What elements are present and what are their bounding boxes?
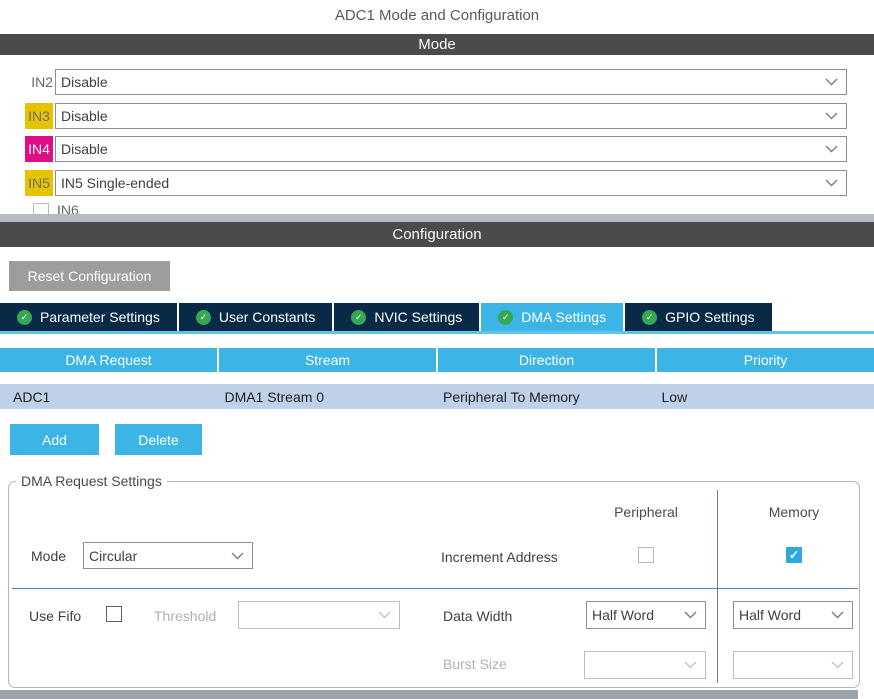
dma-request-settings-group: Peripheral Memory Mode Circular Incremen…	[8, 481, 860, 688]
tab-label: User Constants	[219, 309, 315, 325]
channel-select-in4[interactable]: Disable	[55, 136, 847, 162]
burst-size-memory-select	[733, 651, 853, 679]
burst-size-peripheral-select	[584, 651, 706, 679]
check-badge-icon: ✓	[498, 310, 513, 325]
tab-parameter-settings[interactable]: ✓ Parameter Settings	[0, 303, 177, 331]
tab-bar-underline	[0, 331, 874, 334]
channel-select-in5[interactable]: IN5 Single-ended	[55, 170, 847, 196]
peripheral-memory-divider	[717, 490, 718, 683]
chevron-down-icon	[684, 611, 697, 619]
configuration-section-title: Configuration	[392, 226, 481, 243]
chevron-down-icon	[825, 145, 838, 153]
column-header-dma-request: DMA Request	[0, 348, 217, 372]
channel-row-in6-clipped: IN6	[0, 202, 300, 214]
burst-size-label: Burst Size	[443, 656, 507, 672]
dma-request-settings-legend: DMA Request Settings	[16, 473, 167, 489]
chevron-down-icon	[378, 611, 391, 619]
chevron-down-icon	[825, 78, 838, 86]
channel-select-in2[interactable]: Disable	[55, 69, 847, 95]
table-row[interactable]: ADC1 DMA1 Stream 0 Peripheral To Memory …	[0, 384, 874, 409]
check-badge-icon: ✓	[17, 310, 32, 325]
channel-select-in2-value: Disable	[61, 74, 108, 90]
threshold-label: Threshold	[154, 608, 216, 624]
chevron-down-icon	[231, 552, 244, 560]
adc1-config-panel: ADC1 Mode and Configuration Mode IN2 Dis…	[0, 0, 874, 699]
bottom-section-bar	[0, 690, 858, 699]
chevron-down-icon	[684, 661, 697, 669]
channel-select-in4-value: Disable	[61, 141, 108, 157]
settings-row-divider	[12, 588, 858, 589]
reset-configuration-button[interactable]: Reset Configuration	[9, 261, 170, 291]
channel-label-in2: IN2	[25, 69, 53, 95]
data-width-memory-select[interactable]: Half Word	[733, 601, 853, 629]
check-icon: ✓	[789, 548, 799, 562]
tab-gpio-settings[interactable]: ✓ GPIO Settings	[625, 303, 771, 331]
page-title: ADC1 Mode and Configuration	[0, 7, 874, 24]
channel-select-in5-value: IN5 Single-ended	[61, 175, 169, 191]
cell-dma-request: ADC1	[0, 384, 219, 409]
mode-label: Mode	[31, 548, 66, 564]
chevron-down-icon	[825, 179, 838, 187]
chevron-down-icon	[831, 611, 844, 619]
column-header-stream: Stream	[219, 348, 436, 372]
increment-address-label: Increment Address	[441, 549, 558, 565]
threshold-select	[238, 601, 400, 629]
cell-priority: Low	[656, 384, 874, 409]
cell-stream: DMA1 Stream 0	[219, 384, 438, 409]
channel-label-in5: IN5	[25, 170, 53, 196]
tab-label: GPIO Settings	[665, 309, 754, 325]
channel-select-in3-value: Disable	[61, 108, 108, 124]
data-width-label: Data Width	[443, 608, 512, 624]
channel-select-in3[interactable]: Disable	[55, 103, 847, 129]
memory-column-header: Memory	[729, 504, 859, 520]
tab-label: NVIC Settings	[374, 309, 462, 325]
check-badge-icon: ✓	[642, 310, 657, 325]
channel-label-in3: IN3	[25, 103, 53, 129]
settings-tab-bar: ✓ Parameter Settings ✓ User Constants ✓ …	[0, 303, 774, 331]
data-width-memory-value: Half Word	[739, 607, 801, 623]
mode-select[interactable]: Circular	[83, 542, 253, 569]
increment-address-peripheral-checkbox[interactable]	[638, 547, 654, 563]
chevron-down-icon	[831, 661, 844, 669]
delete-button[interactable]: Delete	[115, 424, 202, 455]
use-fifo-checkbox[interactable]	[106, 606, 122, 622]
tab-user-constants[interactable]: ✓ User Constants	[179, 303, 332, 331]
dma-table-header: DMA Request Stream Direction Priority	[0, 348, 874, 372]
tab-dma-settings[interactable]: ✓ DMA Settings	[481, 303, 623, 331]
check-badge-icon: ✓	[196, 310, 211, 325]
chevron-down-icon	[825, 112, 838, 120]
increment-address-memory-checkbox[interactable]: ✓	[786, 547, 802, 563]
tab-label: DMA Settings	[521, 309, 606, 325]
column-header-priority: Priority	[657, 348, 874, 372]
use-fifo-label: Use Fifo	[29, 608, 81, 624]
cell-direction: Peripheral To Memory	[437, 384, 656, 409]
data-width-peripheral-select[interactable]: Half Word	[586, 601, 706, 629]
check-badge-icon: ✓	[351, 310, 366, 325]
channel-label-in4: IN4	[25, 136, 53, 162]
mode-pane-scrollbar[interactable]	[0, 214, 874, 222]
column-header-direction: Direction	[438, 348, 655, 372]
data-width-peripheral-value: Half Word	[592, 607, 654, 623]
mode-select-value: Circular	[89, 548, 137, 564]
mode-section-header: Mode	[0, 34, 874, 55]
tab-label: Parameter Settings	[40, 309, 160, 325]
peripheral-column-header: Peripheral	[581, 504, 711, 520]
in6-checkbox[interactable]	[33, 203, 49, 214]
add-button[interactable]: Add	[10, 424, 99, 455]
mode-section-title: Mode	[418, 36, 456, 53]
channel-label-in6: IN6	[57, 202, 79, 214]
tab-nvic-settings[interactable]: ✓ NVIC Settings	[334, 303, 479, 331]
configuration-section-header: Configuration	[0, 222, 874, 247]
